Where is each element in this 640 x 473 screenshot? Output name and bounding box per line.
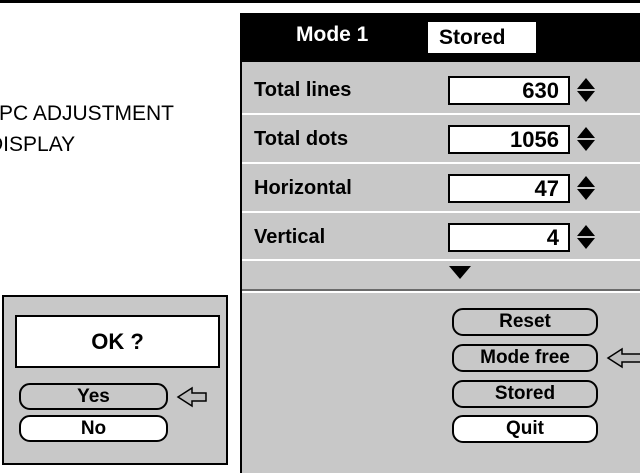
stored-button[interactable]: Stored [452,380,598,408]
reset-button[interactable]: Reset [452,308,598,336]
row-label: Total dots [254,128,349,150]
mode-free-button[interactable]: Mode free [452,344,598,372]
row-divider [242,211,640,213]
horizontal-value[interactable]: 47 [448,174,570,203]
row-horizontal: Horizontal 47 [242,166,640,209]
row-divider [242,259,640,261]
up-down-spinner-icon[interactable] [575,76,597,104]
row-total-lines: Total lines 630 [242,68,640,111]
mode-title: Mode 1 [296,23,369,46]
pointer-icon [176,386,207,408]
pc-adjust-panel: Mode 1 Stored Total lines 630 Total dots… [240,13,640,473]
caption-display: DISPLAY [0,133,75,157]
row-vertical: Vertical 4 [242,215,640,258]
up-down-spinner-icon[interactable] [575,125,597,153]
section-divider-highlight [242,291,640,293]
up-down-spinner-icon[interactable] [575,174,597,202]
up-down-spinner-icon[interactable] [575,223,597,251]
row-label: Total lines [254,79,352,101]
yes-button[interactable]: Yes [19,383,168,410]
total-dots-value[interactable]: 1056 [448,125,570,154]
total-lines-value[interactable]: 630 [448,76,570,105]
mode-status-badge: Stored [426,22,536,53]
no-button[interactable]: No [19,415,168,442]
panel-titlebar: Mode 1 Stored [242,13,640,62]
pointer-icon [606,347,640,369]
row-total-dots: Total dots 1056 [242,117,640,160]
caption-line2: DISPLAY [0,133,76,156]
vertical-value[interactable]: 4 [448,223,570,252]
confirm-dialog: OK ? Yes No [2,295,228,465]
row-divider [242,162,640,164]
row-label: Horizontal [254,177,352,199]
triangle-down-icon[interactable] [448,265,472,280]
row-label: Vertical [254,226,326,248]
top-border [0,0,640,3]
confirm-prompt: OK ? [15,315,220,368]
caption-pc-adjustment: PC ADJUSTMENT [0,102,174,126]
row-divider [242,113,640,115]
caption-line1: PC ADJUSTMENT [0,102,175,125]
quit-button[interactable]: Quit [452,415,598,443]
